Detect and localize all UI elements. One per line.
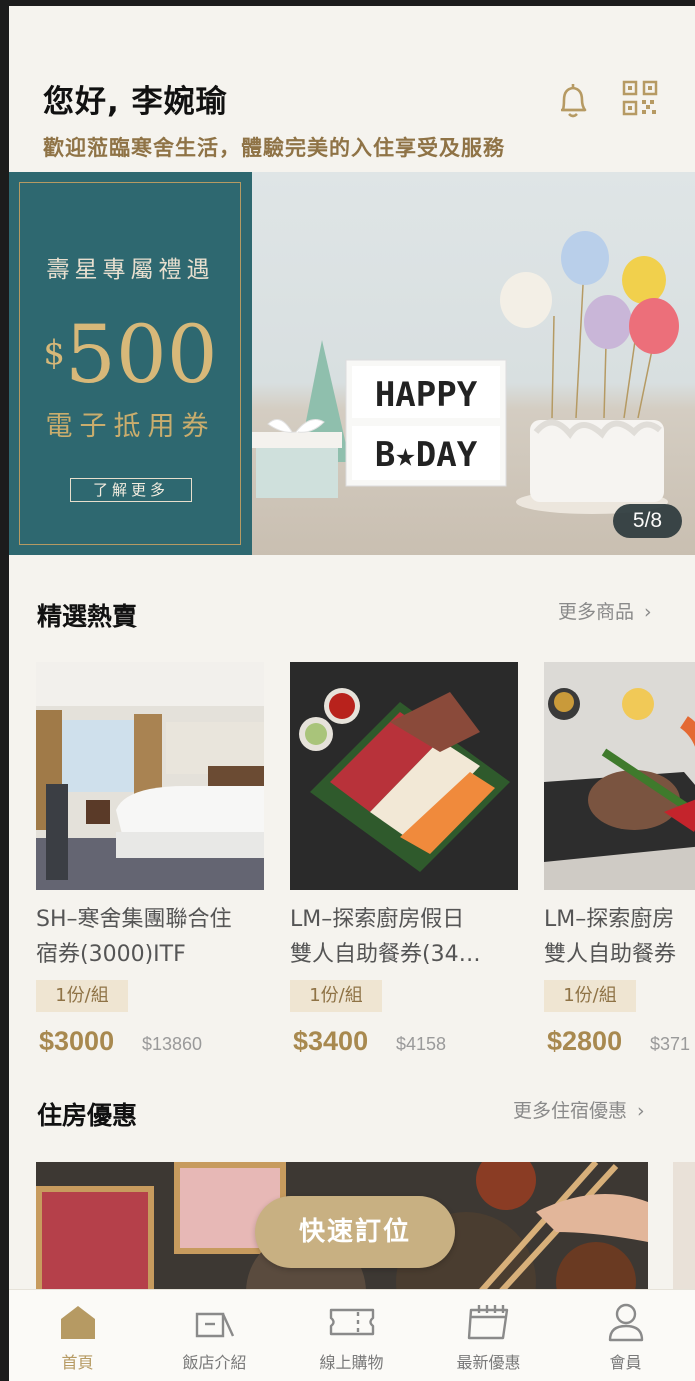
promo-subtitle: 電子抵用券 <box>45 411 216 442</box>
bottom-tab-bar: 首頁 飯店介紹 線上購物 最新優惠 會員 <box>9 1289 695 1381</box>
sign-line-1: HAPPY <box>375 375 478 415</box>
product-price: $3000 <box>39 1026 115 1056</box>
sign-line-2: B★DAY <box>375 435 478 475</box>
product-original-price: $13860 <box>142 1034 203 1054</box>
greeting-title: 您好, 李婉瑜 <box>43 84 228 120</box>
product-image <box>544 662 695 890</box>
product-name-line-1: LM–探索廚房 <box>544 907 675 932</box>
product-price: $2800 <box>547 1026 623 1056</box>
chevron-right-icon: › <box>644 601 652 623</box>
lodging-section-title: 住房優惠 <box>37 1101 138 1130</box>
grilled-steak-photo <box>544 662 695 890</box>
more-lodging-link[interactable]: 更多住宿優惠 › <box>513 1096 645 1123</box>
promo-amount: $500 <box>9 308 252 401</box>
tab-home[interactable]: 首頁 <box>9 1290 146 1381</box>
product-name: LM–探索廚房假日 雙人自助餐券(34… <box>290 902 522 972</box>
chevron-right-icon: › <box>637 1100 645 1122</box>
product-name: LM–探索廚房 雙人自助餐券 <box>544 902 695 972</box>
promo-banner-carousel[interactable]: 壽星專屬禮遇 $500 電子抵用券 了解更多 HAPPY B★DAY <box>9 172 695 555</box>
product-original-price: $371 <box>650 1034 691 1054</box>
product-unit-badge: 1份/組 <box>544 980 636 1012</box>
user-icon <box>608 1303 643 1342</box>
product-name: SH–寒舍集團聯合住 宿券(3000)ITF <box>36 902 268 972</box>
birthday-scene-illustration: HAPPY B★DAY <box>252 231 679 514</box>
promo-amount-value: 500 <box>64 308 218 401</box>
tab-hotel-intro-label: 飯店介紹 <box>182 1353 247 1372</box>
tab-member[interactable]: 會員 <box>557 1290 694 1381</box>
tab-member-label: 會員 <box>609 1353 642 1372</box>
lodging-offer-image-next[interactable] <box>673 1162 695 1297</box>
birthday-voucher-panel: 壽星專屬禮遇 $500 電子抵用券 了解更多 <box>9 172 252 555</box>
hotel-icon <box>195 1312 234 1338</box>
quick-booking-button[interactable]: 快速訂位 <box>255 1196 455 1268</box>
tab-latest-offers-label: 最新優惠 <box>456 1353 521 1372</box>
more-products-label: 更多商品 <box>558 601 635 623</box>
product-card[interactable]: LM–探索廚房 雙人自助餐券 1份/組 $2800 $371 <box>544 662 695 1062</box>
app-screen: 您好, 李婉瑜 歡迎蒞臨寒舍生活，體驗完美的入住享受及服務 壽星專屬禮遇 $50… <box>9 6 695 1381</box>
welcome-message: 歡迎蒞臨寒舍生活，體驗完美的入住享受及服務 <box>43 136 505 160</box>
product-image <box>36 662 264 890</box>
tab-online-shopping[interactable]: 線上購物 <box>283 1290 420 1381</box>
qr-code-icon[interactable] <box>622 80 658 116</box>
product-price: $3400 <box>293 1026 369 1056</box>
product-unit-badge: 1份/組 <box>290 980 382 1012</box>
product-name-line-1: SH–寒舍集團聯合住 <box>36 907 232 932</box>
product-unit-badge: 1份/組 <box>36 980 128 1012</box>
product-card[interactable]: LM–探索廚房假日 雙人自助餐券(34… 1份/組 $3400 $4158 <box>290 662 518 1062</box>
product-image <box>290 662 518 890</box>
featured-section-title: 精選熱賣 <box>37 602 138 631</box>
product-name-line-1: LM–探索廚房假日 <box>290 907 465 932</box>
sushi-platter-photo <box>290 662 518 890</box>
learn-more-button[interactable]: 了解更多 <box>70 478 192 502</box>
birthday-cake-photo: HAPPY B★DAY <box>252 172 695 555</box>
home-icon <box>60 1306 95 1339</box>
promo-currency: $ <box>43 333 65 373</box>
product-original-price: $4158 <box>396 1034 447 1054</box>
more-products-link[interactable]: 更多商品 › <box>558 597 652 624</box>
product-name-line-2: 宿券(3000)ITF <box>36 942 186 967</box>
tab-home-label: 首頁 <box>61 1353 94 1372</box>
tab-online-shopping-label: 線上購物 <box>319 1353 384 1372</box>
ticket-icon <box>329 1308 374 1336</box>
more-lodging-label: 更多住宿優惠 <box>513 1100 628 1122</box>
tab-hotel-intro[interactable]: 飯店介紹 <box>146 1290 283 1381</box>
hotel-room-photo <box>36 662 264 890</box>
promo-title: 壽星專屬禮遇 <box>46 257 215 283</box>
tab-latest-offers[interactable]: 最新優惠 <box>420 1290 557 1381</box>
product-name-line-2: 雙人自助餐券 <box>544 942 677 967</box>
product-name-line-2: 雙人自助餐券(34… <box>290 942 481 967</box>
calendar-icon <box>467 1305 508 1340</box>
carousel-page-indicator: 5/8 <box>613 504 682 538</box>
bell-icon[interactable] <box>555 80 591 120</box>
product-card[interactable]: SH–寒舍集團聯合住 宿券(3000)ITF 1份/組 $3000 $13860 <box>36 662 264 1062</box>
